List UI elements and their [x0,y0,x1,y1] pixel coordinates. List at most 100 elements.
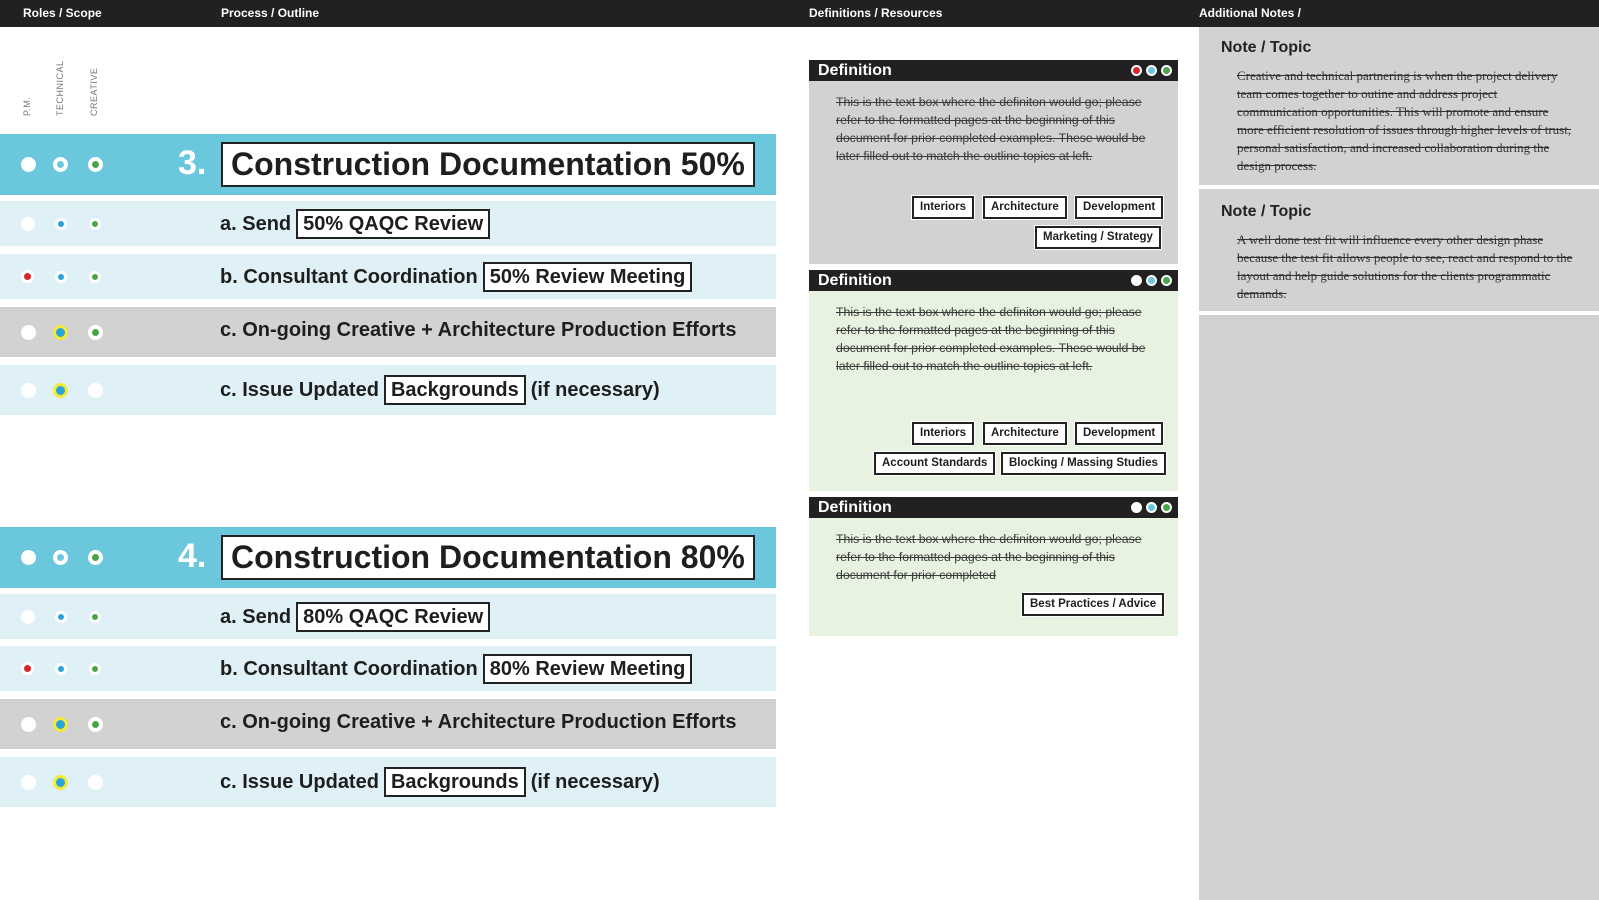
technical-role-dot [53,325,68,340]
outline-row-c1: c. On-going Creative + Architecture Prod… [0,307,776,357]
outline-row-c2: c. Issue Updated Backgrounds (if necessa… [0,757,776,807]
pm-role-dot [21,270,34,283]
technical-role-dot [55,663,67,675]
outline-a-box: 80% QAQC Review [296,602,491,632]
tag-interiors[interactable]: Interiors [910,421,976,446]
definition-body: This is the text box where the definiton… [809,81,1178,264]
technical-role-dot [55,218,67,230]
creative-role-dot [89,663,101,675]
tag-blocking-massing-studies[interactable]: Blocking / Massing Studies [1000,451,1167,476]
section-header-row: 3. Construction Documentation 50% [0,134,776,195]
pm-role-dot [21,717,36,732]
outline-c2-prefix: c. Issue Updated [220,378,379,401]
technical-color-dot [1146,275,1157,286]
tag-development[interactable]: Development [1073,421,1165,446]
outline-a-prefix: a. Send [220,212,292,235]
creative-role-dot [88,775,103,790]
definition-body: This is the text box where the definiton… [809,518,1178,636]
creative-role-dot [88,325,103,340]
note-title: Note / Topic [1221,203,1312,220]
creative-role-dot [89,611,101,623]
outline-a-box: 50% QAQC Review [296,209,491,239]
section-title: Construction Documentation 80% [221,535,755,580]
tag-architecture[interactable]: Architecture [982,421,1068,446]
technical-role-dot [53,157,68,172]
creative-role-dot [88,157,103,172]
header-additional-notes: Additional Notes / [1199,6,1301,20]
definition-card: Definition This is the text box where th… [809,497,1178,636]
technical-role-dot [55,271,67,283]
outline-b-prefix: b. Consultant Coordination [220,657,478,680]
note-divider [1199,311,1599,315]
header-definitions-resources: Definitions / Resources [809,6,943,20]
outline-row-b: b. Consultant Coordination 80% Review Me… [0,646,776,691]
technical-role-dot [53,775,68,790]
technical-role-dot [55,611,67,623]
pm-role-dot [21,662,34,675]
note-title: Note / Topic [1221,39,1312,56]
outline-row-c2: c. Issue Updated Backgrounds (if necessa… [0,365,776,415]
outline-row-c1: c. On-going Creative + Architecture Prod… [0,699,776,749]
creative-color-dot [1161,65,1172,76]
creative-role-dot [89,218,101,230]
pm-color-dot [1131,65,1142,76]
creative-color-dot [1161,502,1172,513]
outline-b-box: 50% Review Meeting [482,262,693,292]
definition-body: This is the text box where the definiton… [809,291,1178,491]
role-label-creative: CREATIVE [89,67,99,116]
header-process-outline: Process / Outline [221,6,320,20]
outline-row-a: a. Send 80% QAQC Review [0,594,776,639]
technical-role-dot [53,717,68,732]
tag-interiors[interactable]: Interiors [910,195,976,220]
outline-c2-box: Backgrounds [383,375,526,405]
section-number: 3. [178,144,207,182]
definition-header: Definition [809,60,1178,81]
creative-role-dot [89,271,101,283]
tag-architecture[interactable]: Architecture [982,195,1068,220]
outline-c2-prefix: c. Issue Updated [220,770,379,793]
pm-role-dot [21,157,36,172]
definition-card: Definition This is the text box where th… [809,270,1178,491]
pm-role-dot [21,217,35,231]
outline-c2-suffix: (if necessary) [530,378,660,401]
definition-title: Definition [818,499,892,516]
outline-c2-box: Backgrounds [383,767,526,797]
outline-a-prefix: a. Send [220,605,292,628]
definition-header: Definition [809,270,1178,291]
pm-role-dot [21,550,36,565]
tag-account-standards[interactable]: Account Standards [872,451,997,476]
creative-role-dot [88,383,103,398]
outline-c1-text: c. On-going Creative + Architecture Prod… [220,319,737,341]
additional-notes-panel: Note / Topic Creative and technical part… [1199,27,1599,900]
section-number: 4. [178,537,207,575]
tag-best-practices-advice[interactable]: Best Practices / Advice [1020,592,1166,617]
technical-role-dot [53,383,68,398]
note-text: Creative and technical partnering is whe… [1237,68,1572,173]
role-label-pm: P.M. [22,96,32,116]
definition-card: Definition This is the text box where th… [809,60,1178,264]
role-label-technical: TECHNICAL [55,60,65,116]
definition-text: This is the text box where the definiton… [836,532,1142,582]
outline-c2-suffix: (if necessary) [530,770,660,793]
technical-role-dot [53,550,68,565]
outline-row-b: b. Consultant Coordination 50% Review Me… [0,254,776,299]
role-color-dots [1131,65,1172,76]
technical-color-dot [1146,65,1157,76]
definition-text: This is the text box where the definiton… [836,305,1146,373]
pm-role-dot [21,325,36,340]
outline-b-box: 80% Review Meeting [482,654,693,684]
pm-color-dot [1131,275,1142,286]
tag-marketing-strategy[interactable]: Marketing / Strategy [1034,225,1162,250]
tag-development[interactable]: Development [1073,195,1165,220]
creative-color-dot [1161,275,1172,286]
role-color-dots [1131,502,1172,513]
role-color-dots [1131,275,1172,286]
pm-role-dot [21,383,36,398]
creative-role-dot [88,550,103,565]
definition-header: Definition [809,497,1178,518]
creative-role-dot [88,717,103,732]
outline-row-a: a. Send 50% QAQC Review [0,201,776,246]
note-text: A well done test fit will influence ever… [1237,232,1573,301]
section-title: Construction Documentation 50% [221,142,755,187]
pm-role-dot [21,775,36,790]
